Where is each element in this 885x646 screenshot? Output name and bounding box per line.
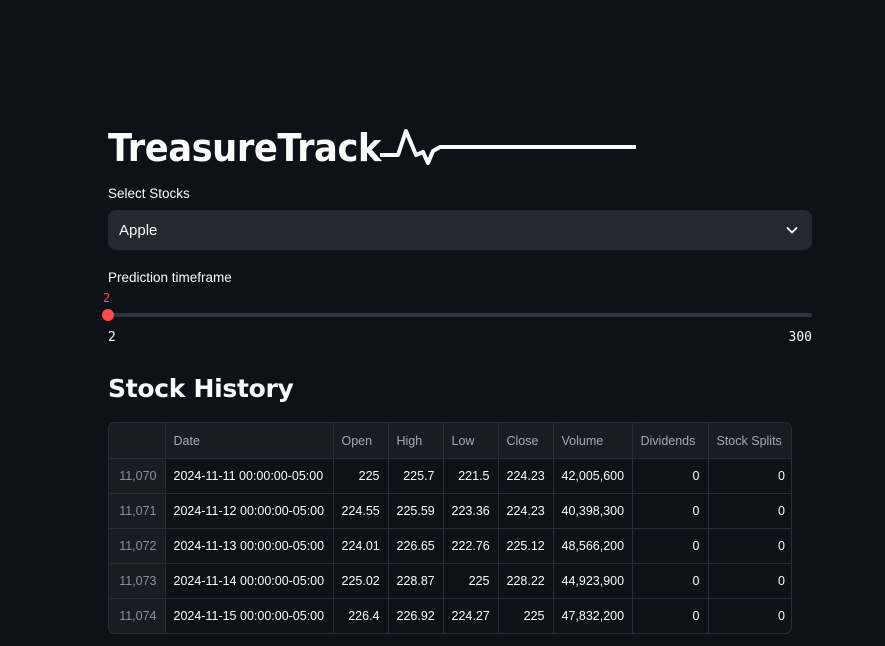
timeframe-label: Prediction timeframe bbox=[108, 270, 232, 285]
volume-cell[interactable]: 48,566,200 bbox=[553, 528, 633, 564]
volume-cell[interactable]: 44,923,900 bbox=[553, 563, 633, 599]
page-title: TreasureTrack bbox=[108, 117, 402, 167]
row-index-cell: 11,073 bbox=[109, 563, 166, 599]
stock-select-value: Apple bbox=[119, 221, 158, 239]
close-cell[interactable]: 228.22 bbox=[498, 563, 554, 599]
column-header-low[interactable]: Low bbox=[443, 423, 499, 459]
high-cell[interactable]: 226.92 bbox=[388, 598, 444, 633]
dividends-cell[interactable]: 0 bbox=[632, 563, 709, 599]
volume-cell[interactable]: 47,832,200 bbox=[553, 598, 633, 633]
timeframe-slider-track[interactable] bbox=[108, 313, 812, 317]
close-cell[interactable]: 224.23 bbox=[498, 458, 554, 494]
dividends-cell[interactable]: 0 bbox=[632, 598, 709, 633]
volume-cell[interactable]: 42,005,600 bbox=[553, 458, 633, 494]
timeframe-slider-thumb[interactable] bbox=[102, 309, 114, 321]
close-cell[interactable]: 225.12 bbox=[498, 528, 554, 564]
date-cell[interactable]: 2024-11-14 00:00:00-05:00 bbox=[165, 563, 334, 599]
open-cell[interactable]: 225 bbox=[333, 458, 389, 494]
row-index-cell: 11,074 bbox=[109, 598, 166, 633]
page-title-text: TreasureTrack bbox=[108, 126, 381, 170]
low-cell[interactable]: 224.27 bbox=[443, 598, 499, 633]
open-cell[interactable]: 226.4 bbox=[333, 598, 389, 633]
row-index-cell: 11,071 bbox=[109, 493, 166, 529]
row-index-cell: 11,072 bbox=[109, 528, 166, 564]
column-header-open[interactable]: Open bbox=[333, 423, 389, 459]
low-cell[interactable]: 223.36 bbox=[443, 493, 499, 529]
stock-history-table[interactable]: Date Open High Low Close Volume Dividend… bbox=[108, 422, 792, 634]
chevron-down-icon[interactable] bbox=[784, 222, 800, 238]
column-header-volume[interactable]: Volume bbox=[553, 423, 633, 459]
column-header-stock-splits[interactable]: Stock Splits bbox=[708, 423, 791, 459]
table-row: 11,070 2024-11-11 00:00:00-05:00 225 225… bbox=[109, 458, 791, 494]
high-cell[interactable]: 228.87 bbox=[388, 563, 444, 599]
open-cell[interactable]: 225.02 bbox=[333, 563, 389, 599]
low-cell[interactable]: 221.5 bbox=[443, 458, 499, 494]
table-header-row: Date Open High Low Close Volume Dividend… bbox=[109, 423, 791, 459]
pulse-line-icon bbox=[380, 129, 636, 165]
slider-min-label: 2 bbox=[108, 330, 116, 345]
stock-splits-cell[interactable]: 0 bbox=[708, 528, 791, 564]
column-header-index[interactable] bbox=[109, 423, 166, 459]
date-cell[interactable]: 2024-11-13 00:00:00-05:00 bbox=[165, 528, 334, 564]
date-cell[interactable]: 2024-11-11 00:00:00-05:00 bbox=[165, 458, 334, 494]
table-row: 11,073 2024-11-14 00:00:00-05:00 225.02 … bbox=[109, 563, 791, 599]
date-cell[interactable]: 2024-11-15 00:00:00-05:00 bbox=[165, 598, 334, 633]
column-header-dividends[interactable]: Dividends bbox=[632, 423, 709, 459]
slider-current-value: 2 bbox=[103, 291, 111, 305]
table-row: 11,074 2024-11-15 00:00:00-05:00 226.4 2… bbox=[109, 598, 791, 634]
slider-max-label: 300 bbox=[788, 330, 812, 345]
dividends-cell[interactable]: 0 bbox=[632, 493, 709, 529]
stock-splits-cell[interactable]: 0 bbox=[708, 458, 791, 494]
open-cell[interactable]: 224.01 bbox=[333, 528, 389, 564]
open-cell[interactable]: 224.55 bbox=[333, 493, 389, 529]
low-cell[interactable]: 225 bbox=[443, 563, 499, 599]
table-row: 11,072 2024-11-13 00:00:00-05:00 224.01 … bbox=[109, 528, 791, 564]
column-header-close[interactable]: Close bbox=[498, 423, 554, 459]
dividends-cell[interactable]: 0 bbox=[632, 458, 709, 494]
column-header-high[interactable]: High bbox=[388, 423, 444, 459]
low-cell[interactable]: 222.76 bbox=[443, 528, 499, 564]
close-cell[interactable]: 224.23 bbox=[498, 493, 554, 529]
stock-select-label: Select Stocks bbox=[108, 186, 190, 201]
stock-splits-cell[interactable]: 0 bbox=[708, 563, 791, 599]
stock-splits-cell[interactable]: 0 bbox=[708, 493, 791, 529]
high-cell[interactable]: 226.65 bbox=[388, 528, 444, 564]
table-row: 11,071 2024-11-12 00:00:00-05:00 224.55 … bbox=[109, 493, 791, 529]
high-cell[interactable]: 225.7 bbox=[388, 458, 444, 494]
dividends-cell[interactable]: 0 bbox=[632, 528, 709, 564]
date-cell[interactable]: 2024-11-12 00:00:00-05:00 bbox=[165, 493, 334, 529]
stock-select[interactable]: Apple bbox=[108, 210, 812, 250]
high-cell[interactable]: 225.59 bbox=[388, 493, 444, 529]
stock-splits-cell[interactable]: 0 bbox=[708, 599, 791, 634]
column-header-date[interactable]: Date bbox=[165, 423, 334, 459]
close-cell[interactable]: 225 bbox=[498, 598, 554, 633]
row-index-cell: 11,070 bbox=[109, 458, 166, 494]
volume-cell[interactable]: 40,398,300 bbox=[553, 493, 633, 529]
stock-history-heading: Stock History bbox=[108, 374, 294, 403]
app-page: TreasureTrack Select Stocks Apple Predic… bbox=[0, 0, 885, 646]
